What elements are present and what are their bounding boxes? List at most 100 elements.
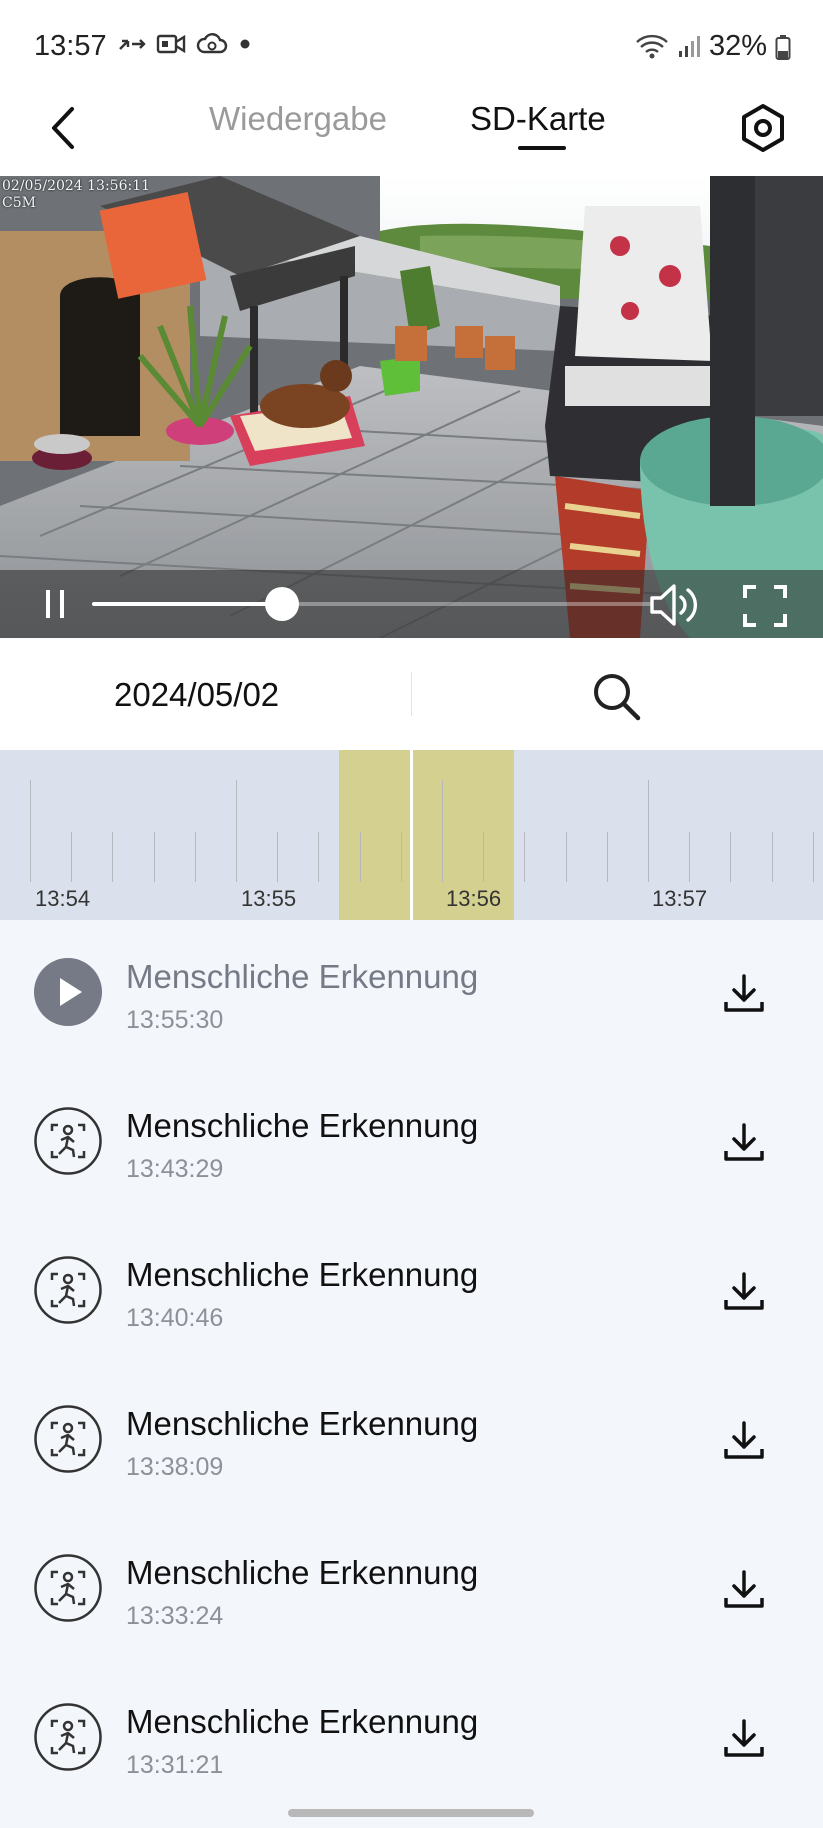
timeline-label: 13:57 bbox=[652, 886, 708, 911]
recording-timeline[interactable]: 13:54 13:55 13:56 13:57 bbox=[0, 750, 823, 920]
timeline-tick bbox=[153, 832, 155, 882]
back-arrow-icon bbox=[52, 107, 74, 149]
timeline-tick bbox=[565, 832, 567, 882]
app-bar: Wiedergabe SD-Karte bbox=[0, 92, 823, 176]
event-time: 13:38:09 bbox=[126, 1453, 224, 1481]
settings-button[interactable] bbox=[731, 96, 795, 160]
event-title: Menschliche Erkennung bbox=[126, 1256, 479, 1293]
person-detection-icon bbox=[34, 1256, 102, 1324]
date-bar-divider bbox=[411, 672, 412, 716]
event-item[interactable]: Menschliche Erkennung 13:55:30 bbox=[0, 920, 823, 1069]
battery-percentage: 32% bbox=[708, 30, 767, 62]
search-icon bbox=[594, 674, 641, 721]
settings-hexagon-icon bbox=[742, 104, 784, 152]
timeline-tick bbox=[442, 780, 443, 882]
event-title: Menschliche Erkennung bbox=[126, 1405, 479, 1442]
person-detection-icon bbox=[34, 1405, 102, 1473]
event-item[interactable]: Menschliche Erkennung 13:38:09 bbox=[0, 1367, 823, 1516]
pause-button[interactable] bbox=[40, 588, 72, 620]
tab-sd-card[interactable]: SD-Karte bbox=[470, 100, 606, 138]
video-camera-icon bbox=[156, 34, 186, 54]
event-time: 13:33:24 bbox=[126, 1602, 224, 1630]
video-overlay-date: 02/05/2024 13:56:11 bbox=[2, 178, 151, 194]
event-time: 13:43:29 bbox=[126, 1155, 224, 1183]
search-button[interactable] bbox=[588, 668, 644, 724]
download-icon bbox=[724, 1719, 764, 1757]
wifi-6-icon bbox=[636, 34, 668, 58]
fullscreen-button[interactable] bbox=[742, 584, 788, 628]
battery-icon bbox=[775, 34, 791, 60]
timeline-tick bbox=[400, 832, 402, 882]
event-title: Menschliche Erkennung bbox=[126, 1554, 479, 1591]
volume-icon bbox=[650, 584, 698, 626]
tab-playback[interactable]: Wiedergabe bbox=[209, 100, 387, 138]
cloud-sync-icon bbox=[196, 33, 228, 54]
video-player[interactable]: 02/05/2024 13:56:11 C5M bbox=[0, 176, 823, 638]
timeline-label: 13:56 bbox=[446, 886, 502, 911]
call-forward-icon bbox=[119, 39, 146, 50]
seek-bar[interactable] bbox=[92, 587, 652, 621]
timeline-label: 13:55 bbox=[241, 886, 297, 911]
timeline-tick bbox=[730, 832, 732, 882]
download-button[interactable] bbox=[722, 1121, 766, 1165]
timeline-tick bbox=[648, 780, 649, 882]
timeline-tick bbox=[524, 832, 526, 882]
status-time: 13:57 bbox=[34, 30, 107, 62]
timeline-tick bbox=[71, 832, 73, 882]
download-icon bbox=[724, 1123, 764, 1161]
timeline-tick bbox=[194, 832, 196, 882]
timeline-tick bbox=[277, 832, 279, 882]
event-title: Menschliche Erkennung bbox=[126, 958, 479, 995]
person-detection-icon bbox=[34, 1554, 102, 1622]
timeline-cursor bbox=[410, 750, 413, 920]
timeline-tick bbox=[606, 832, 608, 882]
download-icon bbox=[724, 1272, 764, 1310]
download-button[interactable] bbox=[722, 972, 766, 1016]
event-item[interactable]: Menschliche Erkennung 13:33:24 bbox=[0, 1516, 823, 1665]
signal-icon bbox=[678, 35, 700, 57]
event-item[interactable]: Menschliche Erkennung 13:43:29 bbox=[0, 1069, 823, 1218]
download-icon bbox=[724, 1421, 764, 1459]
download-icon bbox=[724, 1570, 764, 1608]
timeline-tick bbox=[30, 780, 31, 882]
person-detection-icon bbox=[34, 1703, 102, 1771]
timeline-tick bbox=[318, 832, 320, 882]
video-overlay-camera: C5M bbox=[2, 195, 36, 211]
event-item[interactable]: Menschliche Erkennung 13:31:21 bbox=[0, 1665, 823, 1814]
download-button[interactable] bbox=[722, 1419, 766, 1463]
volume-button[interactable] bbox=[648, 582, 704, 628]
camera-footage-image bbox=[0, 176, 823, 638]
active-tab-indicator bbox=[518, 146, 566, 150]
seek-thumb[interactable] bbox=[265, 587, 300, 621]
timeline-tick bbox=[812, 832, 814, 882]
date-bar: 2024/05/02 bbox=[0, 638, 823, 750]
event-title: Menschliche Erkennung bbox=[126, 1703, 479, 1740]
event-time: 13:40:46 bbox=[126, 1304, 224, 1332]
video-timestamp-overlay: 02/05/2024 13:56:11 C5M bbox=[2, 178, 150, 212]
timeline-tick bbox=[689, 832, 691, 882]
timeline-tick bbox=[359, 832, 361, 882]
status-bar: 13:57 32% bbox=[0, 0, 823, 92]
status-icons-right: 32% bbox=[635, 30, 791, 63]
timeline-label: 13:54 bbox=[35, 886, 91, 911]
video-controls bbox=[0, 570, 823, 638]
seek-bar-progress bbox=[92, 602, 283, 606]
timeline-tick bbox=[771, 832, 773, 882]
play-icon[interactable] bbox=[34, 958, 102, 1026]
download-button[interactable] bbox=[722, 1717, 766, 1761]
timeline-tick bbox=[236, 780, 237, 882]
event-time: 13:31:21 bbox=[126, 1751, 224, 1779]
event-item[interactable]: Menschliche Erkennung 13:40:46 bbox=[0, 1218, 823, 1367]
download-button[interactable] bbox=[722, 1568, 766, 1612]
home-indicator[interactable] bbox=[288, 1809, 534, 1817]
pause-icon bbox=[46, 590, 64, 618]
person-detection-icon bbox=[34, 1107, 102, 1175]
event-title: Menschliche Erkennung bbox=[126, 1107, 479, 1144]
back-button[interactable] bbox=[38, 98, 88, 158]
timeline-tick bbox=[112, 832, 114, 882]
fullscreen-icon bbox=[743, 585, 787, 627]
download-button[interactable] bbox=[722, 1270, 766, 1314]
date-selector[interactable]: 2024/05/02 bbox=[114, 676, 279, 714]
event-time: 13:55:30 bbox=[126, 1006, 224, 1034]
timeline-tick bbox=[483, 832, 485, 882]
